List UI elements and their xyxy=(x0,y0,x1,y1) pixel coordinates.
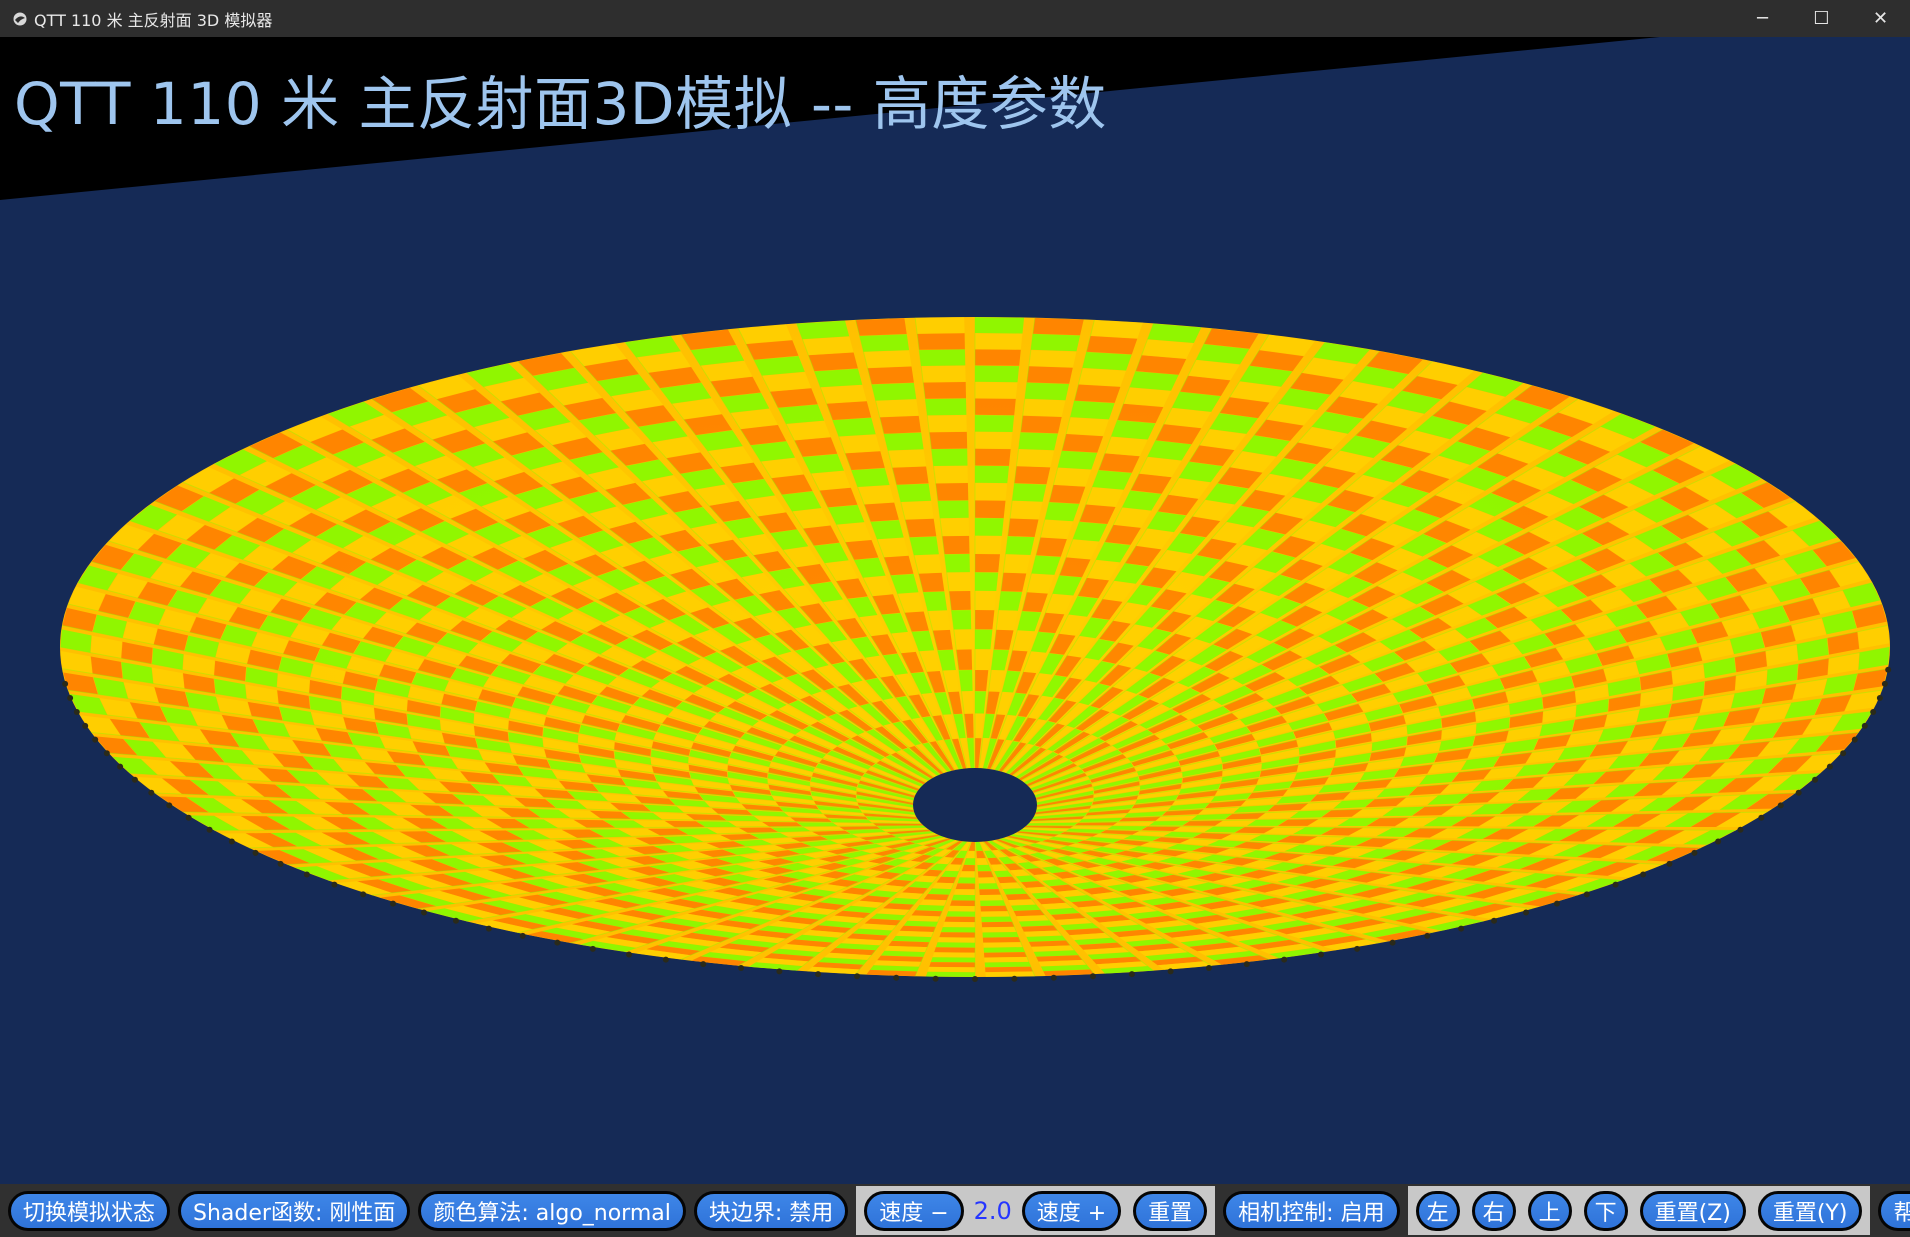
speed-increase-button[interactable]: 速度 + xyxy=(1021,1190,1122,1231)
app-icon xyxy=(10,9,30,29)
window-title: QTT 110 米 主反射面 3D 模拟器 xyxy=(34,10,273,30)
camera-up-button[interactable]: 上 xyxy=(1527,1190,1572,1231)
camera-left-button[interactable]: 左 xyxy=(1415,1190,1460,1231)
help-button[interactable]: 帮助 xyxy=(1878,1190,1910,1231)
shader-function-button[interactable]: Shader函数: 刚性面 xyxy=(178,1190,411,1231)
reset-y-button[interactable]: 重置(Y) xyxy=(1757,1190,1863,1231)
camera-right-button[interactable]: 右 xyxy=(1471,1190,1516,1231)
control-toolbar: 切换模拟状态 Shader函数: 刚性面 颜色算法: algo_normal 块… xyxy=(0,1184,1910,1237)
3d-viewport[interactable]: QTT 110 米 主反射面3D模拟 -- 高度参数 xyxy=(0,37,1910,1184)
minimize-button[interactable]: ─ xyxy=(1733,0,1792,37)
window-titlebar: QTT 110 米 主反射面 3D 模拟器 ─ ☐ ✕ xyxy=(0,0,1910,37)
dish-scene xyxy=(0,37,1892,982)
speed-decrease-button[interactable]: 速度 − xyxy=(864,1190,964,1231)
speed-group: 速度 − 2.0 速度 + 重置 xyxy=(856,1186,1216,1235)
color-algorithm-button[interactable]: 颜色算法: algo_normal xyxy=(418,1190,686,1231)
camera-group: 左 右 上 下 重置(Z) 重置(Y) xyxy=(1407,1186,1871,1235)
maximize-button[interactable]: ☐ xyxy=(1792,0,1851,37)
speed-value: 2.0 xyxy=(973,1196,1012,1225)
speed-reset-button[interactable]: 重置 xyxy=(1133,1190,1208,1231)
camera-down-button[interactable]: 下 xyxy=(1583,1190,1628,1231)
scene-title: QTT 110 米 主反射面3D模拟 -- 高度参数 xyxy=(14,70,1107,138)
close-button[interactable]: ✕ xyxy=(1851,0,1910,37)
reflector-dish xyxy=(59,317,1892,982)
camera-control-button[interactable]: 相机控制: 启用 xyxy=(1223,1190,1400,1231)
toggle-simulation-button[interactable]: 切换模拟状态 xyxy=(8,1190,171,1231)
block-border-button[interactable]: 块边界: 禁用 xyxy=(693,1190,849,1231)
reset-z-button[interactable]: 重置(Z) xyxy=(1639,1190,1746,1231)
